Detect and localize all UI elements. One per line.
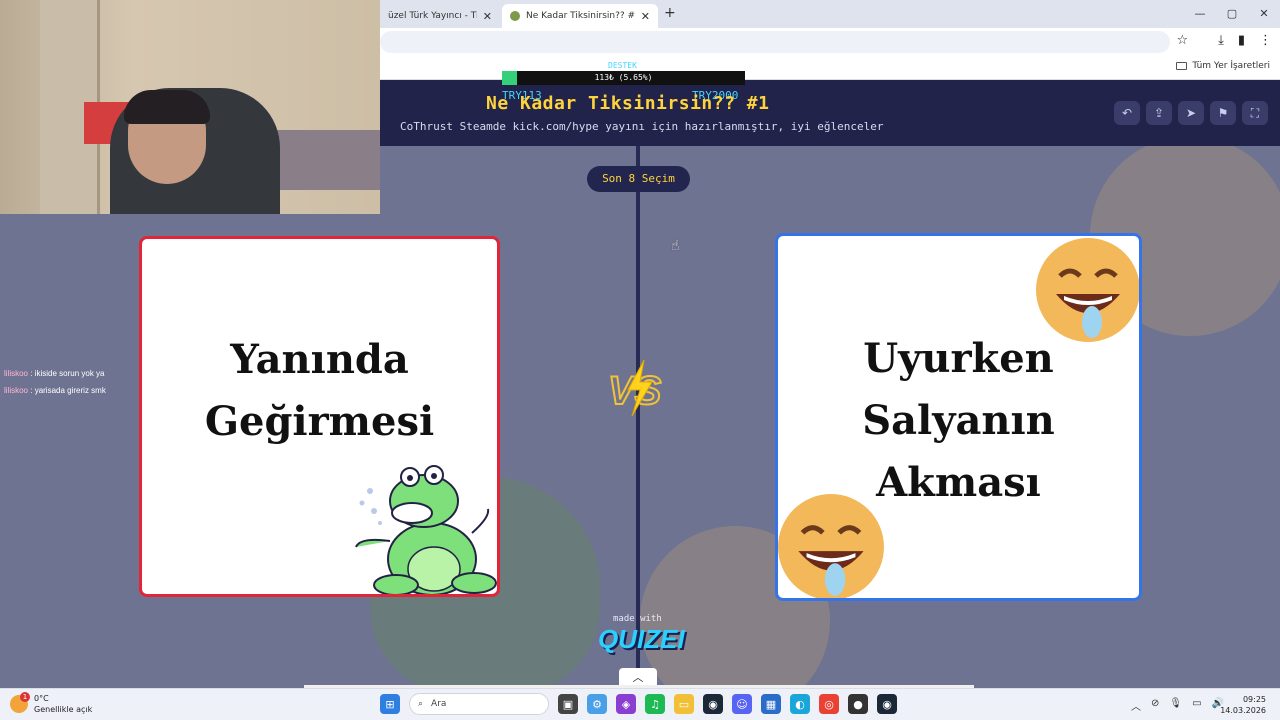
page-subtitle: CoThrust Steamde kick.com/hype yayını iç… — [400, 120, 884, 133]
taskbar-search-input[interactable]: ⌕ Ara — [409, 693, 549, 715]
taskbar: 1 0°C Genellikle açık ⊞ ⌕ Ara ▣ ⚙ ◈ ♫ ▭ … — [0, 688, 1280, 720]
photos-app-icon[interactable]: ◈ — [616, 694, 636, 714]
browser-tab-tier-list[interactable]: üzel Türk Yayıncı - Tier List ✕ — [380, 4, 500, 28]
chat-message: liliskoo : ikiside sorun yok ya — [4, 368, 106, 385]
network-icon[interactable]: ⊘ — [1151, 698, 1159, 713]
choice-text: Yanında Geğirmesi — [142, 329, 497, 453]
search-icon: ⌕ — [418, 699, 424, 709]
undo-icon: ↶ — [1121, 106, 1133, 120]
fullscreen-icon: ⛶ — [1250, 105, 1260, 120]
webcam-hair — [124, 90, 210, 124]
favicon-icon — [510, 11, 520, 21]
spotify-icon[interactable]: ♫ — [645, 694, 665, 714]
display-icon[interactable]: ▭ — [1192, 698, 1201, 713]
weather-text: 0°C Genellikle açık — [34, 693, 92, 715]
toolbar-icons: ☆ ⤓ ▮ ⋮ — [1176, 33, 1272, 48]
choice-line: Salyanın — [862, 397, 1055, 444]
chat-text: : ikiside sorun yok ya — [30, 369, 105, 378]
steam-icon[interactable]: ◉ — [877, 694, 897, 714]
share-icon: ⇪ — [1153, 106, 1165, 120]
chat-text: : yarisada gireriz smk — [30, 386, 106, 395]
new-tab-button[interactable]: + — [664, 5, 676, 21]
store-icon[interactable]: ▦ — [761, 694, 781, 714]
send-icon: ➤ — [1185, 106, 1197, 120]
choice-line: Yanında — [230, 336, 409, 383]
choice-card-left[interactable]: Yanında Geğirmesi — [139, 236, 500, 597]
app-icon[interactable]: ● — [848, 694, 868, 714]
chat-username: liliskoo — [4, 386, 29, 395]
microphone-icon[interactable]: 🎙 — [1169, 698, 1182, 713]
browser-tab-active[interactable]: Ne Kadar Tiksinirsin?? #1 - Tier ✕ — [502, 4, 658, 28]
chrome-icon[interactable]: ◎ — [819, 694, 839, 714]
chat-username: liliskoo — [4, 369, 29, 378]
search-placeholder: Ara — [431, 699, 447, 709]
choice-card-right[interactable]: Uyurken Salyanın Akması — [775, 233, 1142, 601]
bookmark-star-icon[interactable]: ☆ — [1176, 33, 1188, 48]
all-bookmarks-button[interactable]: Tüm Yer İşaretleri — [1176, 61, 1270, 71]
weather-temp: 0°C — [34, 694, 49, 703]
url-input[interactable] — [380, 31, 1170, 53]
edge-icon[interactable]: ◐ — [790, 694, 810, 714]
download-icon[interactable]: ⤓ — [1218, 33, 1224, 48]
made-with-label: made with — [613, 614, 662, 624]
window-controls: — ▢ ✕ — [1184, 0, 1280, 28]
tab-title: üzel Türk Yayıncı - Tier List — [388, 11, 477, 21]
discord-icon[interactable]: ☺ — [732, 694, 752, 714]
support-progress-text: 113₺ (5.65%) — [594, 73, 653, 82]
round-indicator: Son 8 Seçim — [587, 166, 690, 192]
all-bookmarks-label: Tüm Yer İşaretleri — [1192, 61, 1270, 71]
system-tray: ︿ ⊘ 🎙 ▭ 🔊 — [1131, 698, 1224, 713]
choice-text: Uyurken Salyanın Akması — [778, 328, 1139, 514]
tab-title: Ne Kadar Tiksinirsin?? #1 - Tier — [526, 11, 635, 21]
close-tab-icon[interactable]: ✕ — [641, 10, 650, 23]
chevron-up-icon[interactable]: ︿ — [1131, 698, 1141, 713]
minimize-button[interactable]: — — [1184, 0, 1216, 28]
clock-date: 14.03.2026 — [1220, 706, 1266, 715]
weather-desc: Genellikle açık — [34, 705, 93, 714]
mouse-cursor-icon: ☝ — [671, 238, 680, 254]
folder-icon — [1176, 62, 1188, 70]
clock-time: 09:25 — [1242, 695, 1266, 704]
clock[interactable]: 09:25 14.03.2026 — [1220, 694, 1266, 716]
task-view-icon[interactable]: ▣ — [558, 694, 578, 714]
maximize-button[interactable]: ▢ — [1216, 0, 1248, 28]
frog-icon — [355, 465, 497, 594]
webcam-overlay — [0, 0, 380, 214]
menu-icon[interactable]: ⋮ — [1259, 33, 1272, 48]
header-actions: ↶ ⇪ ➤ ⚑ ⛶ — [1114, 101, 1268, 125]
fullscreen-button[interactable]: ⛶ — [1242, 101, 1268, 125]
choice-line: Geğirmesi — [204, 398, 435, 445]
notification-badge: 1 — [20, 692, 30, 702]
versus-icon: VS — [607, 359, 663, 417]
weather-sun-icon: 1 — [10, 692, 30, 713]
brand-logo[interactable]: QUIZEI — [598, 624, 685, 655]
undo-button[interactable]: ↶ — [1114, 101, 1140, 125]
drooling-face-icon — [778, 494, 884, 598]
support-progress-bar: 113₺ (5.65%) — [502, 71, 745, 85]
taskbar-apps: ⊞ ⌕ Ara ▣ ⚙ ◈ ♫ ▭ ◉ ☺ ▦ ◐ ◎ ● ◉ — [380, 693, 897, 715]
weather-widget[interactable]: 1 0°C Genellikle açık — [10, 692, 92, 715]
chat-message: liliskoo : yarisada gireriz smk — [4, 385, 106, 402]
flag-icon: ⚑ — [1217, 106, 1229, 120]
steam-icon[interactable]: ◉ — [703, 694, 723, 714]
drooling-face-icon — [1036, 238, 1139, 342]
extension-icon[interactable]: ▮ — [1238, 33, 1245, 48]
chat-overlay: liliskoo : ikiside sorun yok ya liliskoo… — [4, 368, 106, 402]
settings-app-icon[interactable]: ⚙ — [587, 694, 607, 714]
file-explorer-icon[interactable]: ▭ — [674, 694, 694, 714]
send-button[interactable]: ➤ — [1178, 101, 1204, 125]
share-button[interactable]: ⇪ — [1146, 101, 1172, 125]
close-tab-icon[interactable]: ✕ — [483, 10, 492, 23]
close-window-button[interactable]: ✕ — [1248, 0, 1280, 28]
page-title: Ne Kadar Tiksinirsin?? #1 — [486, 93, 770, 114]
support-label: DESTEK — [608, 61, 637, 70]
flag-button[interactable]: ⚑ — [1210, 101, 1236, 125]
start-windows-icon[interactable]: ⊞ — [380, 694, 400, 714]
